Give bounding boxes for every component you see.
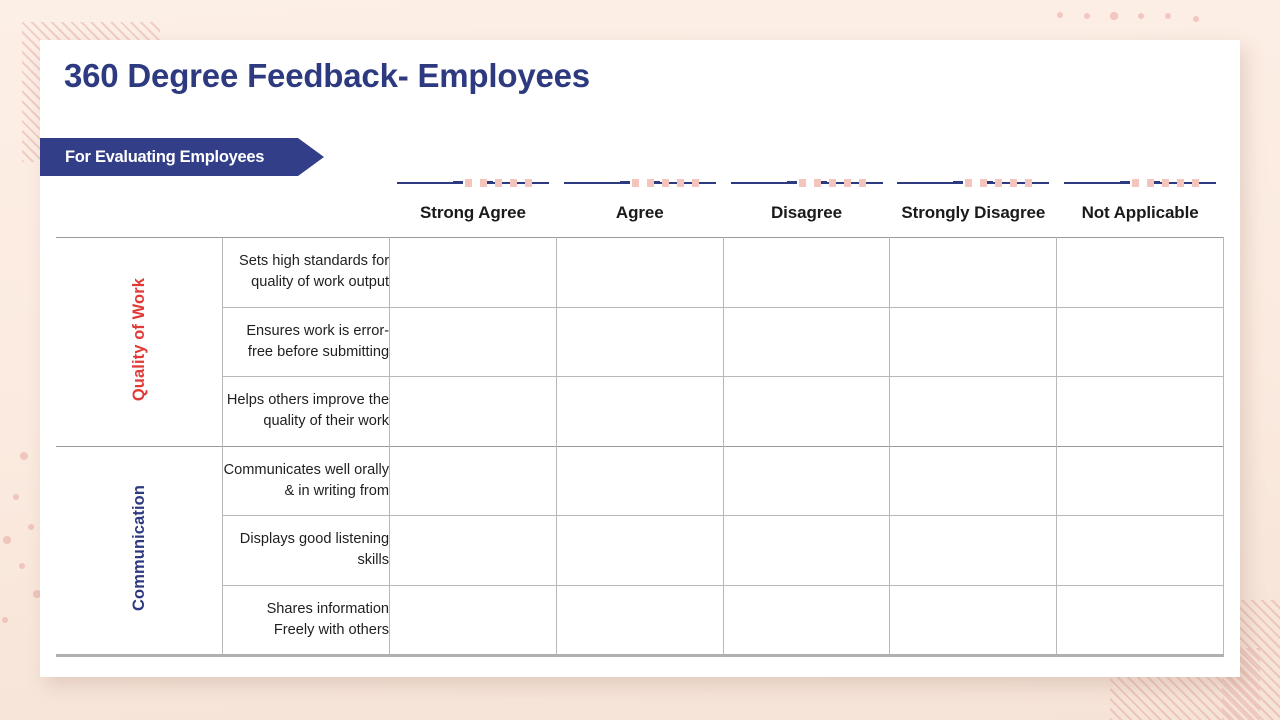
rating-option-cell[interactable] bbox=[556, 306, 724, 377]
header-row: Strong Agree Agree Disagree Strongly Disagr… bbox=[56, 165, 1224, 238]
rating-option-cell[interactable] bbox=[389, 306, 557, 377]
decorative-dot bbox=[1110, 12, 1118, 20]
feedback-table-wrapper: Strong Agree Agree Disagree Strongly Disagr… bbox=[56, 165, 1224, 657]
decorative-dot bbox=[3, 536, 11, 544]
rating-option-cell[interactable] bbox=[889, 445, 1058, 516]
table-header: Strong Agree Agree Disagree Strongly Disagr… bbox=[56, 165, 1224, 238]
column-header-3: Disagree bbox=[723, 165, 890, 238]
question-item-cell: Ensures work is error-free before submit… bbox=[222, 306, 391, 377]
column-header-4: Strongly Disagree bbox=[890, 165, 1057, 238]
column-header-2: Agree bbox=[556, 165, 723, 238]
question-item-cell: Shares information Freely with others bbox=[222, 584, 391, 654]
rating-option-cell[interactable] bbox=[1056, 445, 1224, 516]
table-bottom-rule bbox=[56, 654, 1224, 657]
column-header-label: Disagree bbox=[771, 203, 843, 222]
rating-option-cell[interactable] bbox=[389, 237, 557, 307]
table-row: Helps others improve the quality of thei… bbox=[56, 376, 1224, 446]
rating-option-cell[interactable] bbox=[889, 584, 1058, 654]
page-title: 360 Degree Feedback- Employees bbox=[64, 57, 590, 94]
slide-card: 360 Degree Feedback- Employees For Evalu… bbox=[40, 40, 1240, 677]
rating-option-cell[interactable] bbox=[723, 376, 891, 446]
column-header-label: Strong Agree bbox=[420, 203, 526, 222]
rating-option-cell[interactable] bbox=[889, 237, 1058, 307]
header-spacer-category bbox=[56, 165, 223, 238]
rating-option-cell[interactable] bbox=[1056, 584, 1224, 654]
rating-option-cell[interactable] bbox=[1056, 376, 1224, 446]
category-label: Quality of Work bbox=[129, 277, 148, 401]
rating-option-cell[interactable] bbox=[389, 376, 557, 446]
table-row: Ensures work is error-free before submit… bbox=[56, 306, 1224, 377]
decorative-dot bbox=[1083, 12, 1091, 20]
rating-option-cell[interactable] bbox=[389, 584, 557, 654]
question-item-cell: Communicates well orally & in writing fr… bbox=[222, 445, 391, 516]
header-decoration-line bbox=[563, 179, 716, 187]
rating-option-cell[interactable] bbox=[889, 376, 1058, 446]
header-decoration-line bbox=[1064, 179, 1217, 187]
header-spacer-item bbox=[223, 165, 390, 238]
rating-option-cell[interactable] bbox=[389, 515, 557, 585]
rating-option-cell[interactable] bbox=[389, 445, 557, 516]
rating-option-cell[interactable] bbox=[556, 376, 724, 446]
feedback-rating-table: Strong Agree Agree Disagree Strongly Disagr… bbox=[56, 165, 1224, 654]
decorative-dot bbox=[1164, 12, 1172, 20]
rating-option-cell[interactable] bbox=[1056, 515, 1224, 585]
decorative-dot bbox=[1137, 12, 1145, 20]
decorative-dot bbox=[1056, 11, 1064, 19]
table-row: Communication Communicates well orally & … bbox=[56, 445, 1224, 654]
column-header-5: Not Applicable bbox=[1057, 165, 1224, 238]
rating-option-cell[interactable] bbox=[556, 515, 724, 585]
table-row: Quality of Work Sets high standards for q… bbox=[56, 237, 1224, 446]
column-header-label: Strongly Disagree bbox=[901, 203, 1046, 222]
category-label: Communication bbox=[129, 484, 148, 611]
decorative-dot bbox=[2, 617, 8, 623]
rating-option-cell[interactable] bbox=[723, 515, 891, 585]
column-header-1: Strong Agree bbox=[390, 165, 557, 238]
decorative-dot bbox=[27, 523, 35, 531]
rating-option-cell[interactable] bbox=[723, 237, 891, 307]
header-decoration-line bbox=[396, 179, 549, 187]
category-label-cell: Communication bbox=[56, 445, 223, 654]
table-row: Shares information Freely with others bbox=[56, 584, 1224, 654]
rating-option-cell[interactable] bbox=[556, 584, 724, 654]
rating-option-cell[interactable] bbox=[556, 237, 724, 307]
column-header-label: Not Applicable bbox=[1081, 203, 1199, 222]
question-item-cell: Sets high standards for quality of work … bbox=[222, 237, 391, 307]
question-item-cell: Helps others improve the quality of thei… bbox=[222, 376, 391, 446]
decorative-dot bbox=[20, 452, 28, 460]
rating-option-cell[interactable] bbox=[1056, 306, 1224, 377]
decorative-dot bbox=[18, 562, 26, 570]
rating-option-cell[interactable] bbox=[723, 306, 891, 377]
header-decoration-line bbox=[897, 179, 1050, 187]
rating-option-cell[interactable] bbox=[889, 306, 1058, 377]
rating-option-cell[interactable] bbox=[1056, 237, 1224, 307]
column-header-label: Agree bbox=[615, 203, 664, 222]
category-label-cell: Quality of Work bbox=[56, 237, 223, 446]
decorative-dot bbox=[12, 493, 20, 501]
table-row: Displays good listening skills bbox=[56, 515, 1224, 585]
section-banner-label: For Evaluating Employees bbox=[65, 147, 265, 166]
rating-option-cell[interactable] bbox=[723, 584, 891, 654]
rating-option-cell[interactable] bbox=[723, 445, 891, 516]
rating-option-cell[interactable] bbox=[889, 515, 1058, 585]
table-body: Quality of Work Sets high standards for q… bbox=[56, 237, 1224, 654]
question-item-cell: Displays good listening skills bbox=[222, 515, 391, 585]
header-decoration-line bbox=[730, 179, 883, 187]
decorative-dot bbox=[1192, 15, 1200, 23]
rating-option-cell[interactable] bbox=[556, 445, 724, 516]
